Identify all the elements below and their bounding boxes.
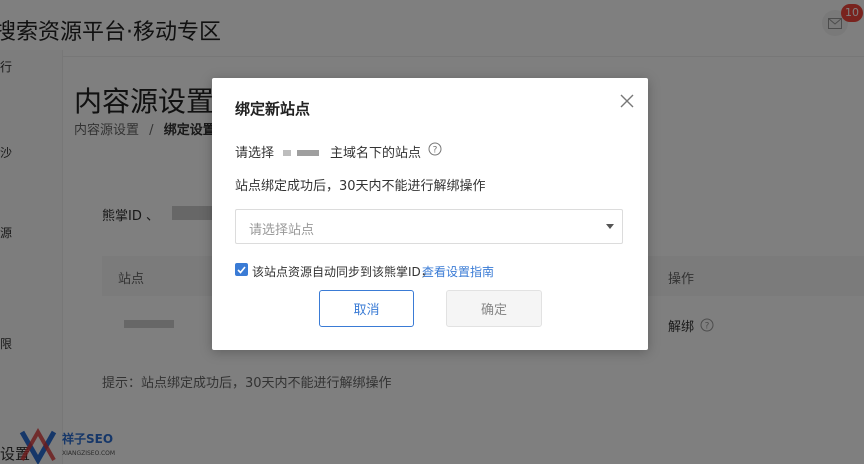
sync-checkbox[interactable]: [235, 263, 248, 276]
cancel-button[interactable]: 取消: [319, 290, 414, 327]
unbind-notice: 站点绑定成功后，30天内不能进行解绑操作: [235, 179, 486, 194]
sync-checkbox-label: 该站点资源自动同步到该熊掌ID，: [252, 265, 433, 279]
prompt-suffix: 主域名下的站点: [330, 146, 422, 161]
prompt-prefix: 请选择: [235, 146, 275, 161]
site-select[interactable]: 请选择站点: [235, 209, 623, 244]
check-icon: [237, 265, 246, 274]
redacted-domain-a: [283, 150, 291, 156]
svg-text:?: ?: [433, 146, 438, 156]
dialog-title: 绑定新站点: [235, 100, 311, 118]
dropdown-arrow-icon: [606, 224, 614, 229]
close-icon[interactable]: [618, 92, 636, 110]
bind-site-dialog: 绑定新站点 请选择 主域名下的站点 ? 站点绑定成功后，30天内不能进行解绑操作…: [212, 78, 648, 350]
settings-guide-link[interactable]: 查看设置指南: [422, 263, 494, 280]
site-select-placeholder: 请选择站点: [249, 223, 315, 238]
domain-prompt: 请选择 主域名下的站点 ?: [235, 142, 635, 162]
redacted-domain-b: [297, 150, 319, 156]
confirm-button[interactable]: 确定: [446, 290, 542, 327]
help-icon[interactable]: ?: [428, 142, 442, 156]
